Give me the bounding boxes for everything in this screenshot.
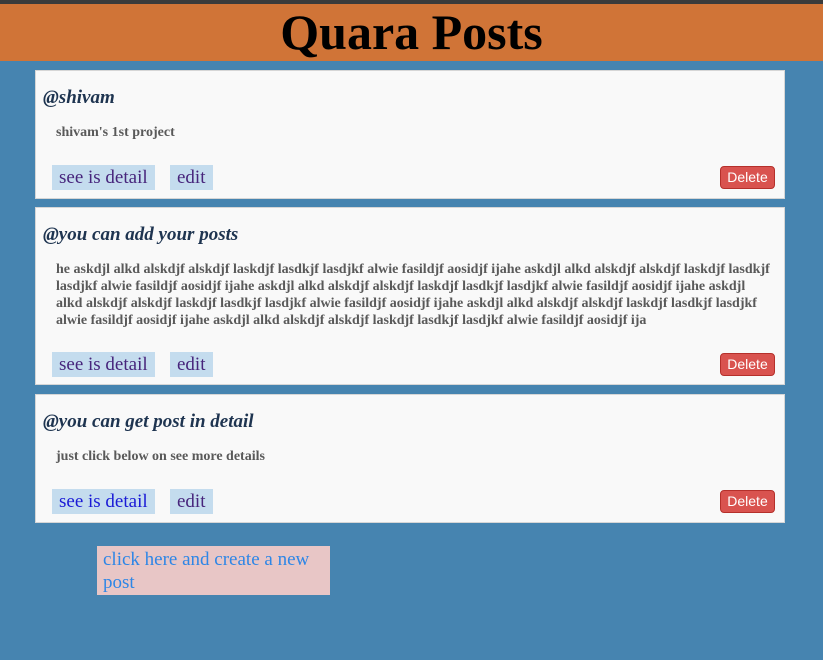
delete-button[interactable]: Delete <box>720 353 775 376</box>
edit-link[interactable]: edit <box>170 352 213 377</box>
post-author: @shivam <box>43 87 115 108</box>
see-detail-link[interactable]: see is detail <box>52 489 155 514</box>
edit-link[interactable]: edit <box>170 489 213 514</box>
page-title: Quara Posts <box>280 4 543 60</box>
see-detail-link[interactable]: see is detail <box>52 352 155 377</box>
post-card: @you can add your posts he askdjl alkd a… <box>35 207 785 385</box>
edit-link[interactable]: edit <box>170 165 213 190</box>
post-content: shivam's 1st project <box>56 125 175 140</box>
post-author: @you can add your posts <box>43 224 239 245</box>
post-content: he askdjl alkd alskdjf alskdjf laskdjf l… <box>56 262 770 328</box>
page-header: Quara Posts <box>0 4 823 61</box>
post-card: @shivam shivam's 1st project see is deta… <box>35 70 785 199</box>
post-content: just click below on see more details <box>56 449 265 464</box>
delete-button[interactable]: Delete <box>720 166 775 189</box>
post-author: @you can get post in detail <box>43 411 254 432</box>
post-card: @you can get post in detail just click b… <box>35 394 785 523</box>
create-post-link[interactable]: click here and create a new post <box>97 546 330 595</box>
delete-button[interactable]: Delete <box>720 490 775 513</box>
see-detail-link[interactable]: see is detail <box>52 165 155 190</box>
